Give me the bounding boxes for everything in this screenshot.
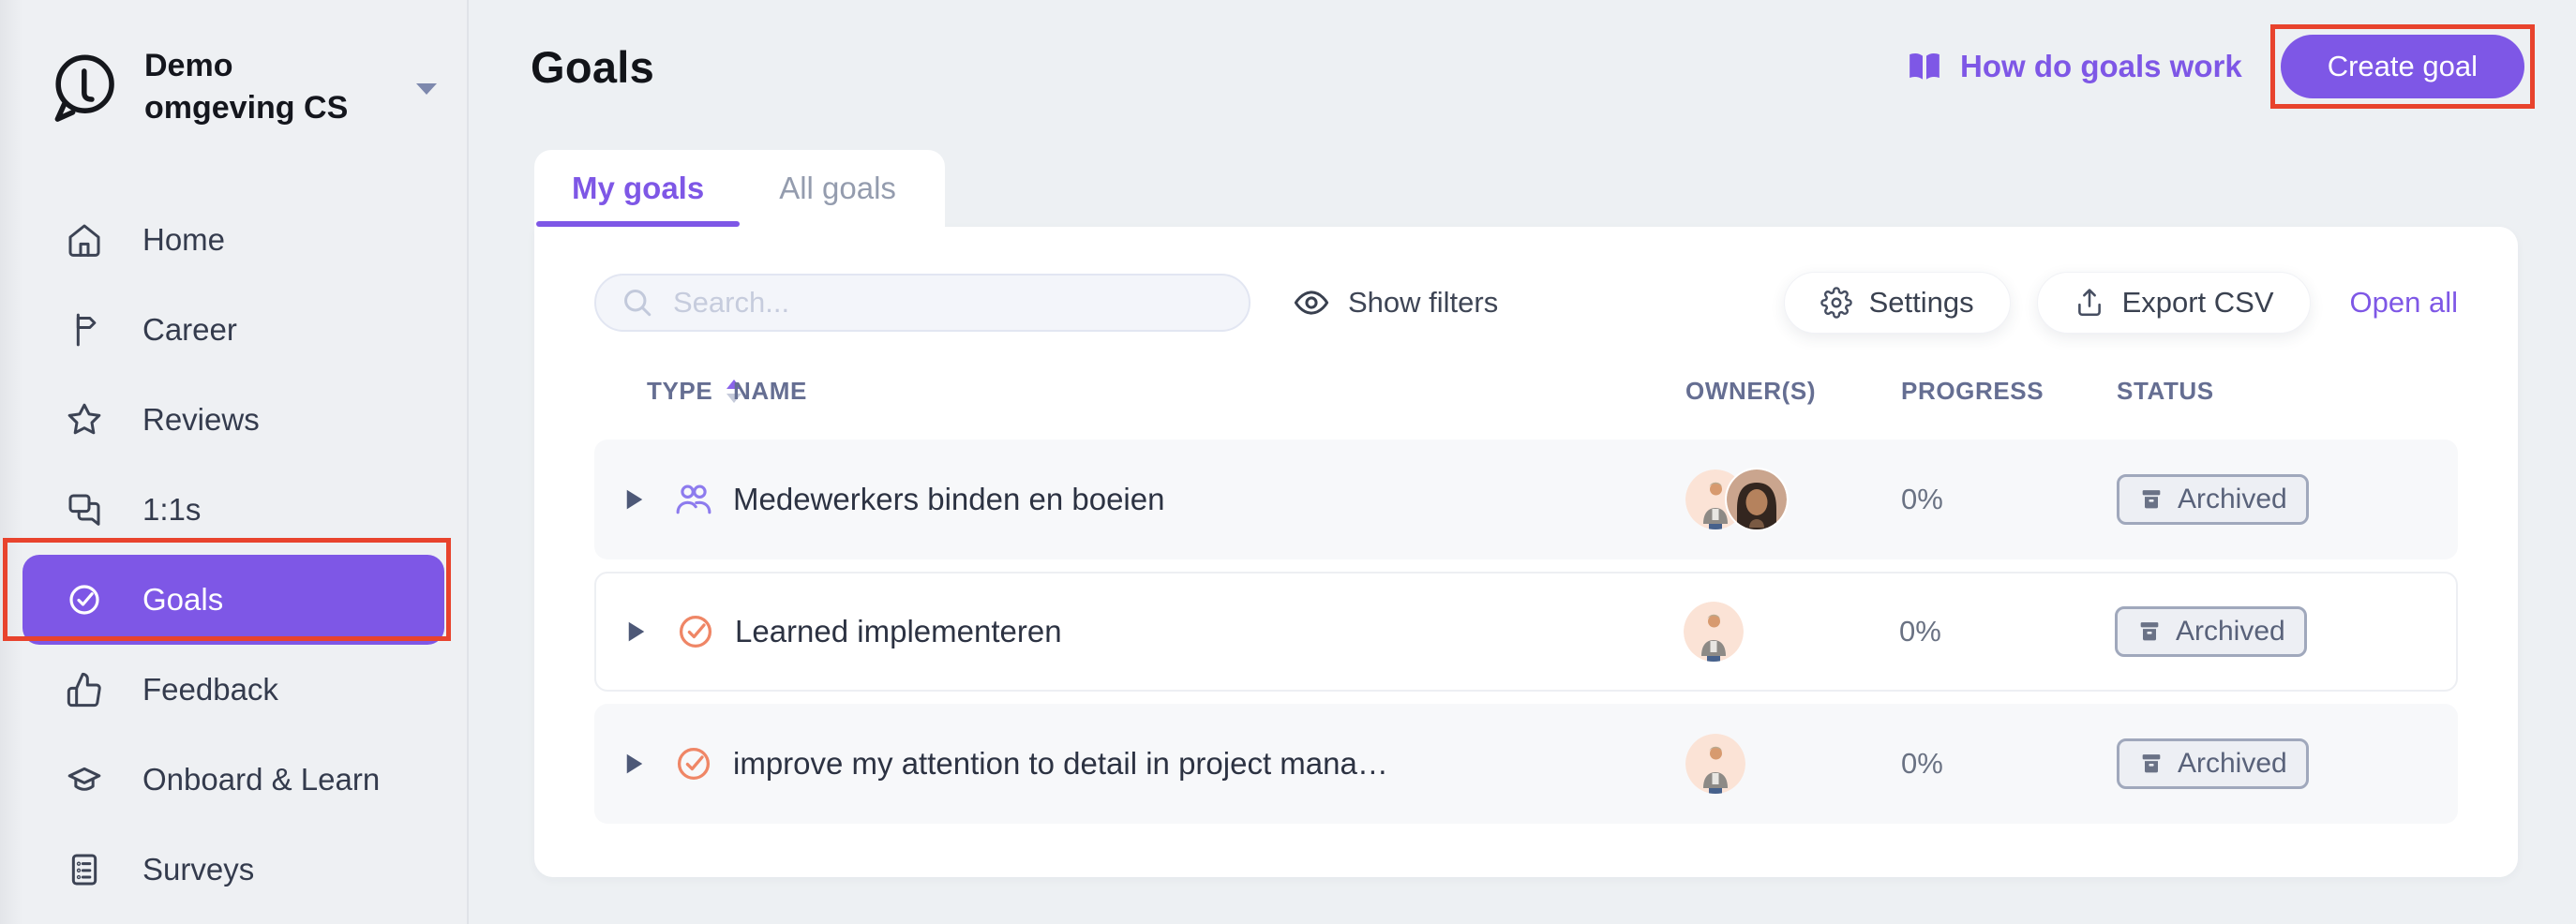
owners-avatars (1685, 469, 1901, 529)
sidebar-item-home[interactable]: Home (22, 195, 444, 285)
survey-list-icon (66, 851, 103, 888)
page-header: Goals How do goals work Create goal (469, 0, 2576, 109)
thumbs-up-icon (66, 671, 103, 708)
signpost-icon (66, 311, 103, 349)
open-all-link[interactable]: Open all (2350, 286, 2458, 320)
status-label: Archived (2178, 484, 2287, 515)
goals-tabs: My goals All goals (534, 150, 945, 227)
sidebar: Demo omgeving CS Home Career (0, 0, 469, 924)
avatar (1685, 734, 1745, 794)
column-header-status: STATUS (2117, 377, 2458, 406)
sidebar-nav: Home Career Reviews 1:1s (0, 154, 467, 915)
progress-value: 0% (1901, 483, 2117, 516)
goals-table: TYPE NAME OWNER(S) PROGRESS STATUS (594, 377, 2458, 824)
column-header-type[interactable]: TYPE (647, 377, 733, 406)
table-row[interactable]: Medewerkers binden en boeien 0% (594, 440, 2458, 559)
expand-row-icon[interactable] (624, 753, 673, 775)
owners-avatars (1684, 602, 1899, 662)
show-filters-button[interactable]: Show filters (1294, 285, 1498, 320)
goal-name: Learned implementeren (735, 614, 1684, 649)
table-header: TYPE NAME OWNER(S) PROGRESS STATUS (594, 377, 2458, 406)
how-goals-work-label: How do goals work (1960, 49, 2242, 84)
eye-icon (1294, 285, 1329, 320)
column-header-name: NAME (733, 377, 1685, 406)
avatar (1684, 602, 1744, 662)
graduation-cap-icon (66, 761, 103, 798)
show-filters-label: Show filters (1348, 286, 1498, 320)
sidebar-item-1on1s[interactable]: 1:1s (22, 465, 444, 555)
sidebar-item-onboard-learn[interactable]: Onboard & Learn (22, 735, 444, 825)
export-csv-button[interactable]: Export CSV (2037, 272, 2311, 334)
search-icon (621, 286, 654, 320)
goal-name: Medewerkers binden en boeien (733, 482, 1685, 517)
sidebar-item-career[interactable]: Career (22, 285, 444, 375)
status-label: Archived (2178, 748, 2287, 780)
page-title: Goals (531, 41, 654, 93)
tab-my-goals[interactable]: My goals (534, 150, 741, 227)
sidebar-item-label: Feedback (142, 672, 278, 708)
status-badge: Archived (2117, 738, 2309, 789)
chevron-down-icon (414, 82, 439, 101)
goals-panel: Show filters Settings Export CSV Open al… (534, 227, 2518, 877)
status-badge: Archived (2117, 474, 2309, 525)
sidebar-item-label: Surveys (142, 852, 254, 887)
sidebar-item-reviews[interactable]: Reviews (22, 375, 444, 465)
workspace-name: Demo omgeving CS (144, 45, 390, 129)
search-box (594, 274, 1251, 332)
home-icon (66, 221, 103, 259)
expand-row-icon[interactable] (626, 620, 675, 643)
workspace-switcher[interactable]: Demo omgeving CS (0, 0, 467, 154)
export-csv-label: Export CSV (2122, 286, 2274, 320)
star-icon (66, 401, 103, 439)
open-book-icon (1906, 48, 1943, 85)
owners-avatars (1685, 734, 1901, 794)
app-root: Demo omgeving CS Home Career (0, 0, 2576, 924)
individual-goal-icon (675, 611, 735, 652)
table-rows: Medewerkers binden en boeien 0% (594, 440, 2458, 824)
table-row[interactable]: Learned implementeren 0% Archived (594, 572, 2458, 692)
sidebar-item-label: Career (142, 312, 237, 348)
toolbar: Show filters Settings Export CSV Open al… (594, 272, 2458, 334)
sidebar-item-label: Onboard & Learn (142, 762, 380, 797)
sidebar-item-label: 1:1s (142, 492, 201, 528)
sidebar-item-label: Home (142, 222, 225, 258)
main-content: Goals How do goals work Create goal My g… (469, 0, 2576, 924)
sidebar-item-label: Reviews (142, 402, 260, 438)
sidebar-item-surveys[interactable]: Surveys (22, 825, 444, 915)
search-input[interactable] (673, 286, 1224, 320)
archive-icon (2138, 486, 2164, 513)
gear-icon (1820, 287, 1852, 319)
export-icon (2074, 287, 2105, 319)
column-header-owners: OWNER(S) (1685, 377, 1901, 406)
goal-name: improve my attention to detail in projec… (733, 746, 1685, 782)
sidebar-item-goals[interactable]: Goals (22, 555, 444, 645)
settings-label: Settings (1869, 286, 1974, 320)
status-badge: Archived (2115, 606, 2307, 657)
column-header-progress: PROGRESS (1901, 377, 2117, 406)
individual-goal-icon (673, 743, 733, 784)
table-row[interactable]: improve my attention to detail in projec… (594, 704, 2458, 824)
annotation-create-goal-highlight: Create goal (2270, 24, 2535, 109)
avatar (1727, 469, 1787, 529)
settings-button[interactable]: Settings (1784, 272, 2011, 334)
progress-value: 0% (1899, 615, 2115, 648)
progress-value: 0% (1901, 747, 2117, 781)
status-label: Archived (2176, 616, 2285, 648)
archive-icon (2138, 751, 2164, 777)
how-goals-work-link[interactable]: How do goals work (1906, 48, 2242, 85)
goal-target-icon (66, 581, 103, 618)
chat-bubbles-icon (66, 491, 103, 529)
sidebar-item-label: Goals (142, 582, 223, 618)
sidebar-item-feedback[interactable]: Feedback (22, 645, 444, 735)
tab-all-goals[interactable]: All goals (741, 150, 934, 227)
expand-row-icon[interactable] (624, 488, 673, 511)
archive-icon (2136, 618, 2163, 645)
learned-logo-icon (47, 51, 120, 124)
create-goal-button[interactable]: Create goal (2281, 35, 2524, 98)
team-goal-icon (673, 479, 733, 520)
